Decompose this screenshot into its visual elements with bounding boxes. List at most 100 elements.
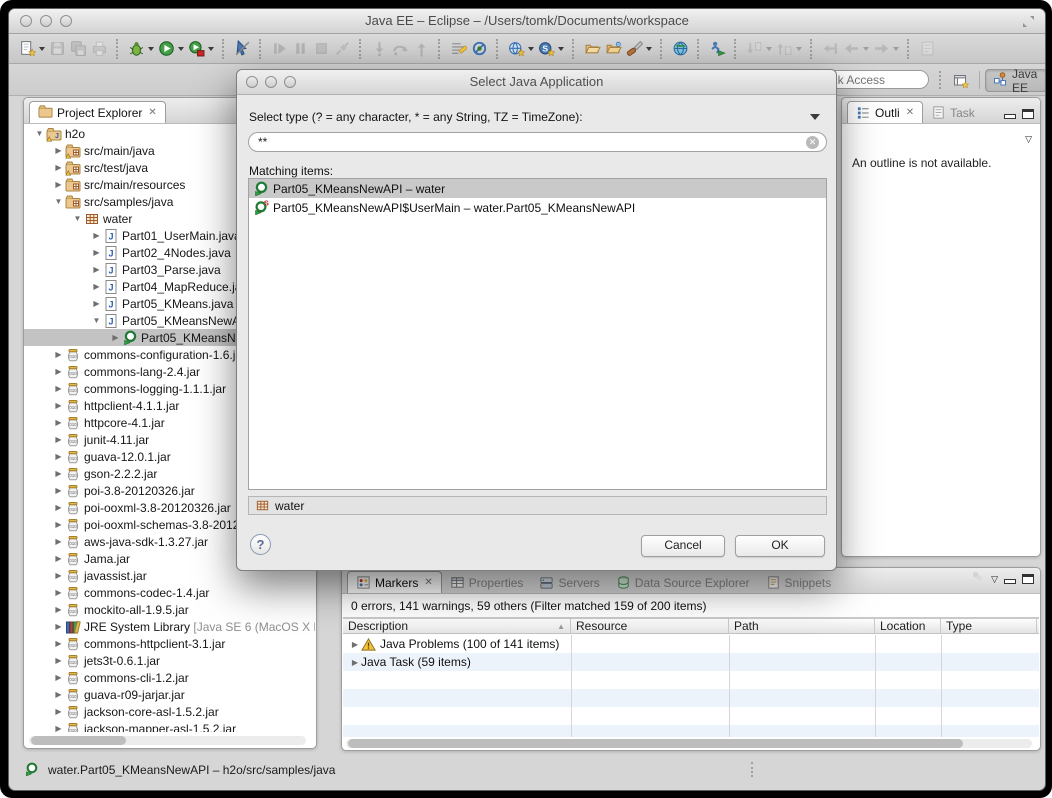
expand-toggle-icon[interactable]: ▼ — [72, 214, 83, 223]
new-wsdl-button[interactable]: S — [536, 37, 566, 61]
dropdown-arrow-icon[interactable] — [796, 47, 802, 51]
view-menu-icon[interactable]: ▽ — [1025, 134, 1032, 144]
dialog-minimize-button[interactable] — [265, 76, 277, 88]
tab-snippets[interactable]: Snippets — [758, 572, 840, 593]
minimize-window-button[interactable] — [40, 15, 52, 27]
expand-toggle-icon[interactable]: ▶ — [53, 537, 64, 546]
dropdown-arrow-icon[interactable] — [528, 47, 534, 51]
scrollbar-thumb[interactable] — [31, 736, 126, 745]
tab-task[interactable]: Task — [923, 102, 983, 123]
help-button[interactable]: ? — [250, 534, 271, 555]
tree-item-jackson-mapper-asl-1-5-2-jar[interactable]: ▶010jackson-mapper-asl-1.5.2.jar — [24, 720, 315, 732]
tab-properties[interactable]: Properties — [442, 572, 532, 593]
expand-toggle-icon[interactable]: ▶ — [110, 333, 121, 342]
expand-toggle-icon[interactable]: ▶ — [91, 248, 102, 257]
expand-toggle-icon[interactable]: ▶ — [53, 690, 64, 699]
zoom-window-button[interactable] — [60, 15, 72, 27]
tree-item-guava-r09-jarjar-jar[interactable]: ▶010guava-r09-jarjar.jar — [24, 686, 315, 703]
tree-item-mockito-all-1-9-5-jar[interactable]: ▶010mockito-all-1.9.5.jar — [24, 601, 315, 618]
expand-toggle-icon[interactable]: ▶ — [91, 231, 102, 240]
expand-toggle-icon[interactable]: ▶ — [53, 707, 64, 716]
expand-toggle-icon[interactable]: ▶ — [53, 588, 64, 597]
tree-item-jre-system-library[interactable]: ▶JRE System Library [Java SE 6 (MacOS X … — [24, 618, 315, 635]
expand-toggle-icon[interactable]: ▶ — [53, 452, 64, 461]
markers-horizontal-scrollbar[interactable] — [346, 739, 1032, 748]
type-filter-input[interactable] — [256, 134, 806, 150]
tab-markers[interactable]: Markers✕ — [347, 571, 442, 593]
open-perspective-button[interactable] — [947, 69, 975, 92]
expand-toggle-icon[interactable]: ▶ — [53, 401, 64, 410]
expand-toggle-icon[interactable]: ▶ — [53, 622, 64, 631]
dialog-close-button[interactable] — [246, 76, 258, 88]
scrollbar-thumb[interactable] — [348, 739, 963, 748]
minimize-view-icon[interactable] — [1004, 114, 1016, 119]
tab-servers[interactable]: Servers — [531, 572, 607, 593]
fullscreen-icon[interactable] — [1022, 15, 1035, 28]
expand-toggle-icon[interactable]: ▶ — [53, 571, 64, 580]
column-header-location[interactable]: Location — [875, 619, 941, 633]
expand-toggle-icon[interactable]: ▶ — [53, 503, 64, 512]
import-files-button[interactable] — [582, 37, 603, 61]
clean-button[interactable] — [624, 37, 654, 61]
dropdown-arrow-icon[interactable] — [893, 47, 899, 51]
dropdown-arrow-icon[interactable] — [39, 47, 45, 51]
expand-toggle-icon[interactable]: ▼ — [91, 316, 102, 325]
run-button[interactable] — [156, 37, 186, 61]
dropdown-arrow-icon[interactable] — [558, 47, 564, 51]
tree-item-commons-codec-1-4-jar[interactable]: ▶010commons-codec-1.4.jar — [24, 584, 315, 601]
expand-toggle-icon[interactable]: ▶ — [53, 418, 64, 427]
expand-toggle-icon[interactable]: ▶ — [349, 658, 361, 667]
minimize-view-icon[interactable] — [1004, 579, 1016, 584]
marker-row-java-task-59-items[interactable]: ▶Java Task (59 items) — [343, 653, 1039, 671]
view-menu-icon[interactable]: ▽ — [991, 574, 998, 584]
tab-outli[interactable]: Outli✕ — [847, 101, 923, 123]
column-header-resource[interactable]: Resource — [571, 619, 729, 633]
explorer-horizontal-scrollbar[interactable] — [29, 736, 306, 745]
column-header-type[interactable]: Type — [941, 619, 1037, 633]
tree-item-commons-httpclient-3-1-jar[interactable]: ▶010commons-httpclient-3.1.jar — [24, 635, 315, 652]
cancel-button[interactable]: Cancel — [641, 535, 725, 557]
mark-occurrences-button[interactable] — [448, 37, 469, 61]
matching-item-part05-kmeansnewapi-usermain-water-part05-kmeansnewapi[interactable]: SPart05_KMeansNewAPI$UserMain – water.Pa… — [249, 198, 826, 217]
debug-button[interactable] — [126, 37, 156, 61]
run-external-tools-button[interactable] — [186, 37, 216, 61]
expand-toggle-icon[interactable]: ▶ — [53, 180, 64, 189]
expand-toggle-icon[interactable]: ▶ — [53, 656, 64, 665]
matching-item-part05-kmeansnewapi-water[interactable]: Part05_KMeansNewAPI – water — [249, 179, 826, 198]
annotation-pointer-button[interactable] — [232, 37, 253, 61]
expand-toggle-icon[interactable]: ▶ — [53, 520, 64, 529]
expand-toggle-icon[interactable]: ▶ — [53, 435, 64, 444]
dropdown-arrow-icon[interactable] — [178, 47, 184, 51]
expand-toggle-icon[interactable]: ▶ — [53, 486, 64, 495]
web-browser-button[interactable] — [670, 37, 691, 61]
expand-toggle-icon[interactable]: ▶ — [53, 146, 64, 155]
expand-toggle-icon[interactable]: ▶ — [349, 640, 361, 649]
ok-button[interactable]: OK — [735, 535, 825, 557]
close-tab-icon[interactable]: ✕ — [148, 107, 156, 118]
expand-toggle-icon[interactable]: ▶ — [53, 163, 64, 172]
perspective-java-ee-button[interactable]: Java EE — [985, 69, 1046, 92]
expand-toggle-icon[interactable]: ▶ — [53, 350, 64, 359]
expand-toggle-icon[interactable]: ▶ — [53, 554, 64, 563]
dropdown-arrow-icon[interactable] — [148, 47, 154, 51]
expand-toggle-icon[interactable]: ▶ — [91, 299, 102, 308]
expand-toggle-icon[interactable]: ▶ — [53, 724, 64, 732]
run-on-server-button[interactable] — [707, 37, 728, 61]
dropdown-arrow-icon[interactable] — [208, 47, 214, 51]
column-header-description[interactable]: Description▲ — [343, 619, 571, 633]
dropdown-arrow-icon[interactable] — [646, 47, 652, 51]
tree-item-jets3t-0-6-1-jar[interactable]: ▶010jets3t-0.6.1.jar — [24, 652, 315, 669]
filter-menu-icon[interactable] — [810, 114, 820, 120]
tree-item-commons-cli-1-2-jar[interactable]: ▶010commons-cli-1.2.jar — [24, 669, 315, 686]
tab-project-explorer[interactable]: Project Explorer ✕ — [29, 101, 166, 123]
expand-toggle-icon[interactable]: ▶ — [53, 384, 64, 393]
dropdown-arrow-icon[interactable] — [863, 47, 869, 51]
expand-toggle-icon[interactable]: ▼ — [53, 197, 64, 206]
expand-toggle-icon[interactable]: ▶ — [53, 367, 64, 376]
close-tab-icon[interactable]: ✕ — [424, 577, 432, 588]
expand-toggle-icon[interactable]: ▶ — [53, 673, 64, 682]
open-folder-button[interactable] — [603, 37, 624, 61]
expand-toggle-icon[interactable]: ▶ — [91, 282, 102, 291]
expand-toggle-icon[interactable]: ▶ — [53, 469, 64, 478]
dialog-zoom-button[interactable] — [284, 76, 296, 88]
